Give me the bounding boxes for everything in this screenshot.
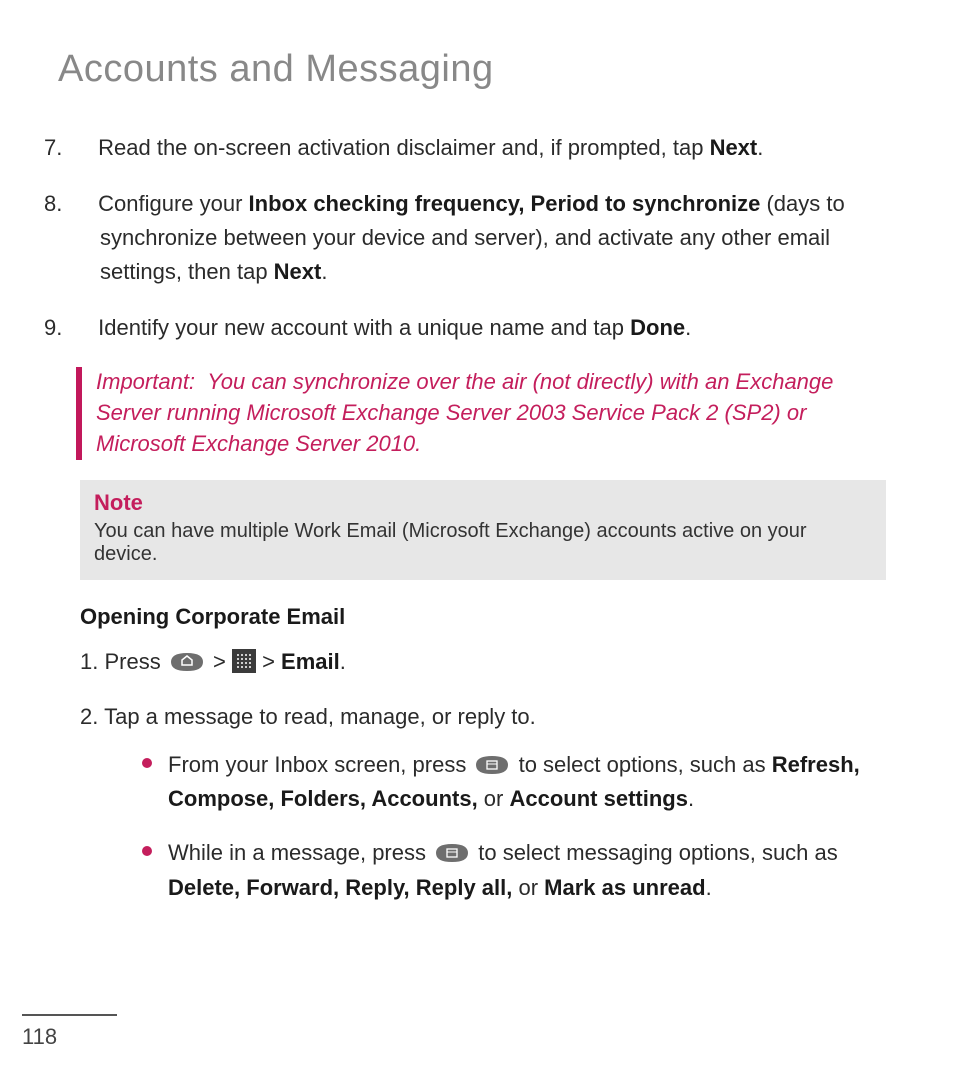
menu-key-icon [472,754,512,776]
step-text: Identify your new account with a unique … [98,315,630,340]
bullet-text-pre: While in a message, press [168,840,432,865]
separator: > [213,649,232,674]
step-bold: Next [710,135,758,160]
bullet-0: From your Inbox screen, press to select … [142,748,884,816]
step-text-post: . [321,259,327,284]
manual-page: Accounts and Messaging 7. Read the on-sc… [0,0,954,1074]
step-b-2: 2. Tap a message to read, manage, or rep… [80,699,884,905]
important-callout: Important: You can synchronize over the … [76,367,886,459]
step-8: 8. Configure your Inbox checking frequen… [72,187,884,289]
step-text-post: . [685,315,691,340]
step-number: 7. [72,131,92,165]
home-key-icon [167,651,207,673]
section-title: Accounts and Messaging [58,48,894,91]
step-text: Read the on-screen activation disclaimer… [98,135,709,160]
numbered-steps-b: 1. Press > > Email. 2. Tap a message to … [60,644,894,905]
bullet-bold: Delete, Forward, Reply, Reply all, [168,875,512,900]
bullet-text-mid: to select messaging options, such as [478,840,838,865]
menu-key-icon [432,842,472,864]
step-b-1: 1. Press > > Email. [80,644,884,679]
step-bold-2: Next [274,259,322,284]
separator: > [262,649,281,674]
numbered-steps-a: 7. Read the on-screen activation disclai… [60,131,894,345]
step-bold: Email [281,649,340,674]
step-9: 9. Identify your new account with a uniq… [72,311,884,345]
important-label: Important: [96,369,195,394]
step-text-post: . [757,135,763,160]
step-number: 1. [80,649,98,674]
apps-grid-icon [232,649,256,673]
bullet-text-mid: to select options, such as [519,752,772,777]
step-text: Press [104,649,166,674]
note-box: Note You can have multiple Work Email (M… [80,480,886,580]
bullet-bold-2: Account settings [509,786,687,811]
step-number: 8. [72,187,92,221]
bullet-or: or [478,786,510,811]
step-bold: Done [630,315,685,340]
step-bold: Inbox checking frequency, Period to sync… [249,191,767,216]
important-text: You can synchronize over the air (not di… [96,369,833,456]
bullet-1: While in a message, press to select mess… [142,836,884,904]
step-text-post: . [340,649,346,674]
step-7: 7. Read the on-screen activation disclai… [72,131,884,165]
bullet-text-pre: From your Inbox screen, press [168,752,472,777]
bullet-post: . [688,786,694,811]
step-number: 2. [80,704,98,729]
subheading-opening-corporate-email: Opening Corporate Email [80,604,894,630]
step-number: 9. [72,311,92,345]
page-number: 118 [22,1014,117,1050]
sub-bullets: From your Inbox screen, press to select … [108,748,884,904]
step-text: Tap a message to read, manage, or reply … [104,704,536,729]
bullet-bold-2: Mark as unread [544,875,705,900]
step-text: Configure your [98,191,248,216]
bullet-post: . [706,875,712,900]
note-body: You can have multiple Work Email (Micros… [94,520,872,566]
note-title: Note [94,490,872,516]
bullet-or: or [512,875,544,900]
